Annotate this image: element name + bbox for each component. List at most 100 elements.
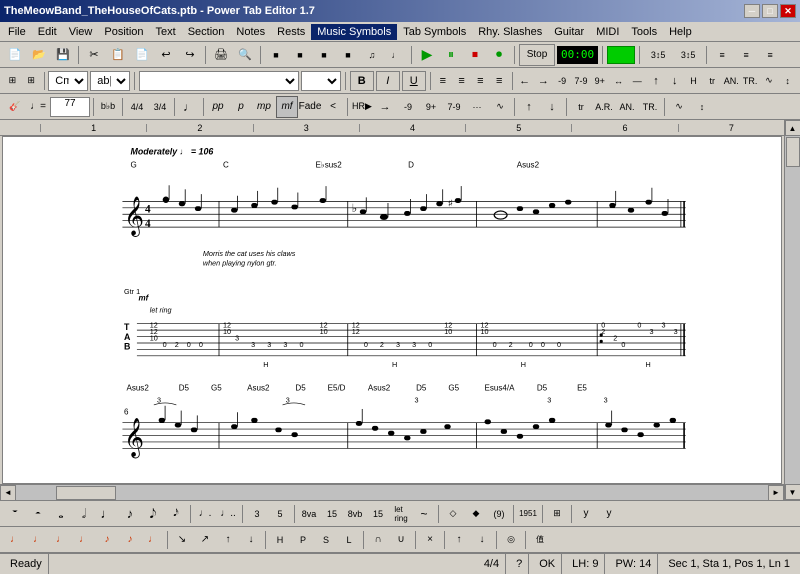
menu-view[interactable]: View — [63, 24, 99, 40]
note-16th[interactable]: 𝅘𝅥𝅮 — [142, 504, 164, 524]
strum-dn[interactable]: ↓ — [471, 530, 493, 550]
note-8th[interactable]: ♪ — [119, 504, 141, 524]
dyn-pp[interactable]: pp — [207, 96, 229, 118]
menu-position[interactable]: Position — [98, 24, 149, 40]
an-btn[interactable]: AN. — [723, 70, 740, 92]
print-button[interactable]: 🖨 — [210, 44, 232, 66]
stop-text-button[interactable]: Stop — [519, 44, 555, 66]
cresc-btn[interactable]: < — [322, 96, 344, 118]
staccatissimo-btn[interactable]: ♩ — [73, 530, 95, 550]
slide-s-btn[interactable]: S — [315, 530, 337, 550]
menu-rhy-slashes[interactable]: Rhy. Slashes — [472, 24, 548, 40]
fade-btn[interactable]: Fade — [299, 96, 321, 118]
pull-btn[interactable]: P — [292, 530, 314, 550]
scroll-right-button[interactable]: ► — [768, 485, 784, 501]
h-scroll-track[interactable] — [16, 485, 768, 501]
tr-btn[interactable]: tr — [704, 70, 721, 92]
horizontal-scrollbar[interactable]: ◄ ► — [0, 484, 784, 500]
h-scroll-thumb[interactable] — [56, 486, 116, 500]
15mb-btn[interactable]: 15 — [367, 504, 389, 524]
font-combo[interactable]: Cm — [48, 71, 88, 91]
undo-button[interactable]: ↩ — [155, 44, 177, 66]
an2[interactable]: AN. — [616, 96, 638, 118]
align-j[interactable]: ≡ — [491, 70, 508, 92]
menu-rests[interactable]: Rests — [271, 24, 311, 40]
hammer-on[interactable]: H — [685, 70, 702, 92]
accent-btn[interactable]: ♩ — [4, 530, 26, 550]
watermark-btn[interactable]: 值 — [529, 530, 551, 550]
let-ring-btn[interactable]: letring — [390, 504, 412, 524]
font-size-combo[interactable] — [301, 71, 341, 91]
redo-button[interactable]: ↪ — [179, 44, 201, 66]
score-area[interactable]: Moderately ♩ = 106 G C E♭sus2 D Asus2 — [2, 136, 782, 484]
close-button[interactable]: ✕ — [780, 4, 796, 18]
align-left[interactable]: ≡ — [711, 44, 733, 66]
note-quarter[interactable]: ♩ — [96, 504, 118, 524]
triplet[interactable]: 3 — [246, 504, 268, 524]
staff-btn[interactable]: ⊞ — [4, 70, 21, 92]
minus9[interactable]: -9 — [397, 96, 419, 118]
15ma-btn[interactable]: 15 — [321, 504, 343, 524]
menu-help[interactable]: Help — [663, 24, 698, 40]
tb1[interactable]: ■ — [265, 44, 287, 66]
new-button[interactable]: 📄 — [4, 44, 26, 66]
menu-tab-symbols[interactable]: Tab Symbols — [397, 24, 472, 40]
staff-btn2[interactable]: ⊞ — [23, 70, 40, 92]
maximize-button[interactable]: □ — [762, 4, 778, 18]
vibrato-btn[interactable]: ~ — [413, 504, 435, 524]
scroll-down-button[interactable]: ▼ — [785, 484, 800, 500]
wavy[interactable]: ∿ — [489, 96, 511, 118]
menu-tools[interactable]: Tools — [625, 24, 663, 40]
v-scroll-track[interactable] — [785, 136, 800, 484]
bend-btn[interactable]: ↑ — [217, 530, 239, 550]
align-r[interactable]: ≡ — [472, 70, 489, 92]
y2-btn[interactable]: y — [598, 504, 620, 524]
8va-btn[interactable]: 8va — [298, 504, 320, 524]
string-mute[interactable]: × — [419, 530, 441, 550]
arrow-dn[interactable]: ↓ — [666, 70, 683, 92]
record-button[interactable]: ⏺ — [488, 44, 510, 66]
end-vib[interactable]: ↕ — [691, 96, 713, 118]
play-button[interactable]: ▶ — [416, 44, 438, 66]
time-sig-btn2[interactable]: 3↕5 — [674, 44, 702, 66]
open-button[interactable]: 📂 — [28, 44, 50, 66]
time44-btn[interactable]: 4/4 — [126, 96, 148, 118]
y1-btn[interactable]: y — [575, 504, 597, 524]
tr4[interactable]: TR. — [639, 96, 661, 118]
rest-half[interactable]: 𝄼 — [27, 504, 49, 524]
dn-arrow3[interactable]: ↓ — [541, 96, 563, 118]
copy-button[interactable]: 📋 — [107, 44, 129, 66]
art1-btn[interactable]: ♩ — [142, 530, 164, 550]
menu-text[interactable]: Text — [150, 24, 182, 40]
marcato2-btn[interactable]: ♪ — [119, 530, 141, 550]
pick-u[interactable]: ∩ — [367, 530, 389, 550]
release-btn[interactable]: ↓ — [240, 530, 262, 550]
save-button[interactable]: 💾 — [52, 44, 74, 66]
stop-button[interactable]: ⏹ — [464, 44, 486, 66]
style-combo[interactable]: ab| — [90, 71, 130, 91]
num-1[interactable]: -9 — [554, 70, 571, 92]
ar[interactable]: A.R. — [593, 96, 615, 118]
arrow-up[interactable]: ↑ — [648, 70, 665, 92]
italic-button[interactable]: I — [376, 71, 400, 91]
underline-button[interactable]: U — [402, 71, 426, 91]
menu-music-symbols[interactable]: Music Symbols — [311, 24, 397, 40]
paste-button[interactable]: 📄 — [131, 44, 153, 66]
note-half[interactable]: 𝅗𝅥 — [73, 504, 95, 524]
pick-d[interactable]: ∪ — [390, 530, 412, 550]
slide-down[interactable]: ↘ — [171, 530, 193, 550]
dot-note[interactable]: ♩. — [194, 504, 216, 524]
dyn-p[interactable]: p — [230, 96, 252, 118]
legato-btn[interactable]: L — [338, 530, 360, 550]
menu-file[interactable]: File — [2, 24, 32, 40]
menu-midi[interactable]: MIDI — [590, 24, 625, 40]
tb6[interactable]: ♩ — [385, 44, 407, 66]
arrow-r2[interactable]: → — [374, 96, 396, 118]
capo-btn[interactable]: ◎ — [500, 530, 522, 550]
menu-notes[interactable]: Notes — [230, 24, 271, 40]
hammer-btn[interactable]: H — [269, 530, 291, 550]
align-c[interactable]: ≡ — [453, 70, 470, 92]
align-right[interactable]: ≡ — [759, 44, 781, 66]
bold-button[interactable]: B — [350, 71, 374, 91]
finger-9[interactable]: (9) — [488, 504, 510, 524]
